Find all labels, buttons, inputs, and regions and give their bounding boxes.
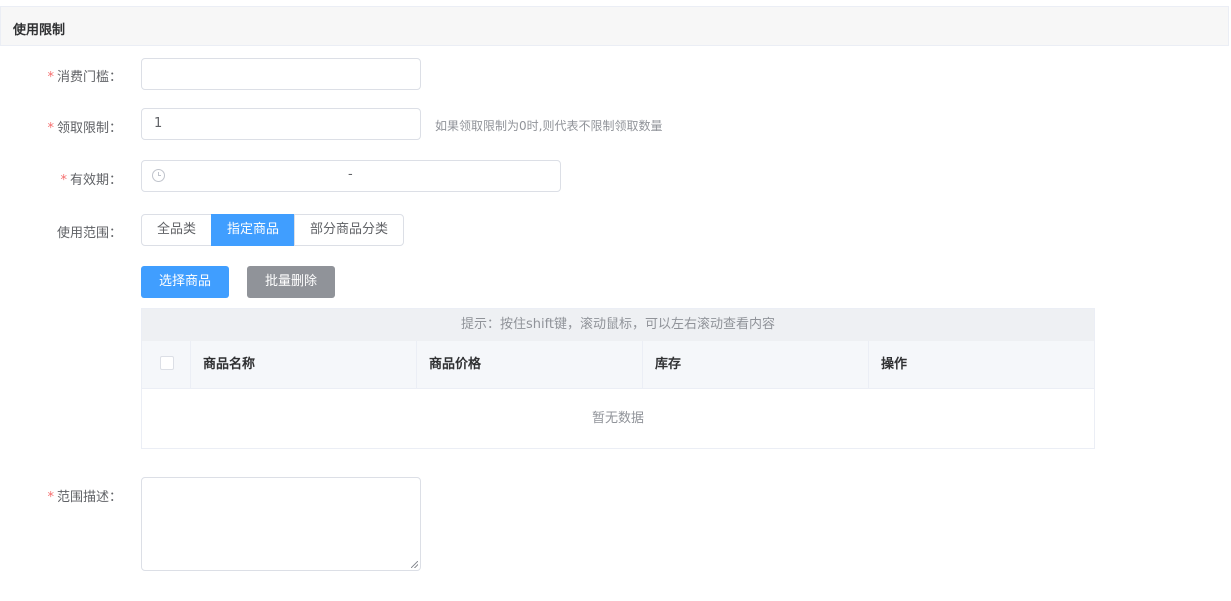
- scope-radio-group: 全品类 指定商品 部分商品分类: [141, 214, 405, 246]
- table-empty-text: 暂无数据: [591, 411, 644, 426]
- limit-hint: 如果领取限制为0时,则代表不限制领取数量: [435, 119, 663, 133]
- limit-value: 1: [154, 116, 163, 131]
- select-goods-button[interactable]: 选择商品: [141, 266, 229, 298]
- section-title: 使用限制: [13, 23, 66, 38]
- description-textarea[interactable]: [141, 477, 421, 571]
- validity-date-range[interactable]: -: [141, 160, 561, 192]
- date-range-separator: -: [348, 167, 353, 182]
- column-header-actions: 操作: [881, 357, 908, 372]
- table-tip: 提示：按住shift键，滚动鼠标，可以左右滚动查看内容: [142, 309, 1094, 341]
- column-header-price: 商品价格: [417, 341, 643, 388]
- required-mark: *: [47, 121, 54, 136]
- clock-icon: [152, 169, 165, 182]
- scope-option-all[interactable]: 全品类: [141, 214, 213, 246]
- limit-input[interactable]: 1: [141, 108, 421, 140]
- required-mark: *: [47, 70, 54, 85]
- scope-label: 使用范围：: [56, 226, 122, 241]
- batch-delete-button[interactable]: 批量删除: [247, 266, 335, 298]
- limit-label: * 领取限制：: [47, 121, 122, 136]
- threshold-label: * 消费门槛：: [47, 70, 122, 85]
- table-header: 商品名称 商品价格 库存 操作: [142, 341, 1094, 389]
- required-mark: *: [60, 173, 67, 188]
- section-header: 使用限制: [0, 6, 1229, 46]
- select-all-cell: [142, 341, 191, 388]
- threshold-input[interactable]: [141, 58, 421, 90]
- column-header-stock: 库存: [643, 341, 869, 388]
- validity-label: * 有效期：: [60, 173, 122, 188]
- scope-option-partial-category[interactable]: 部分商品分类: [294, 214, 405, 246]
- goods-table: 提示：按住shift键，滚动鼠标，可以左右滚动查看内容 商品名称 商品价格 库存…: [141, 308, 1095, 449]
- description-label: * 范围描述：: [47, 490, 122, 505]
- required-mark: *: [47, 490, 54, 505]
- resize-handle-icon[interactable]: [411, 561, 418, 568]
- select-all-checkbox[interactable]: [160, 356, 174, 370]
- column-header-name: 商品名称: [191, 341, 417, 388]
- scope-option-specified-goods[interactable]: 指定商品: [211, 214, 296, 246]
